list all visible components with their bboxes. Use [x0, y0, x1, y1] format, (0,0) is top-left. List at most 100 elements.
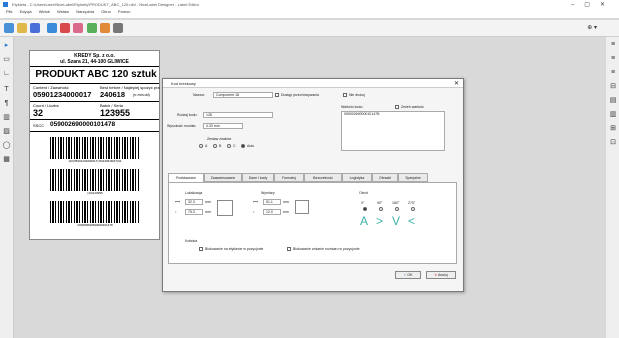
menu-insert[interactable]: Wstaw: [57, 9, 69, 14]
ok-button[interactable]: ✓ OK: [395, 271, 421, 279]
rotation-180-label: 180°: [392, 201, 400, 205]
menu-edit[interactable]: Edycja: [20, 9, 32, 14]
menu-view[interactable]: Widok: [39, 9, 50, 14]
module-size-label: Wysokość modułu:: [167, 124, 197, 128]
window-title: Etykieta - C:\Users\user\NiceLabel\Etyki…: [12, 2, 199, 7]
group-icon[interactable]: ⊞: [609, 125, 617, 133]
barcode-1-text: (02)05901234000017(15)240618(37)32: [68, 159, 122, 163]
width-field[interactable]: 51.1: [263, 199, 281, 205]
barcode-1[interactable]: [50, 137, 140, 159]
sscc-label: SSCC: [33, 123, 45, 128]
window-controls[interactable]: –▢✕: [571, 1, 615, 8]
variables-icon[interactable]: [87, 23, 97, 33]
rotation-270-label: 270°: [408, 201, 416, 205]
menu-tools[interactable]: Narzędzia: [76, 9, 94, 14]
rotation-270-radio[interactable]: [411, 207, 415, 211]
type-select[interactable]: 128: [203, 112, 273, 118]
tab-logistics[interactable]: Logistyka: [342, 173, 372, 182]
rotation-0-label: 0°: [361, 201, 365, 205]
line-tool-icon[interactable]: ∟: [2, 69, 11, 78]
functions-icon[interactable]: [100, 23, 110, 33]
tab-images[interactable]: Obrazki: [372, 173, 398, 182]
lock-size-checkbox[interactable]: [287, 247, 291, 251]
settings-icon[interactable]: [113, 23, 123, 33]
module-size-select[interactable]: 0.33 mm: [203, 123, 243, 129]
no-print-checkbox[interactable]: [343, 93, 347, 97]
image-tool-icon[interactable]: ▨: [2, 127, 11, 136]
ok-label: OK: [407, 273, 413, 277]
size-preview-icon: [295, 200, 309, 214]
rotation-90-radio[interactable]: [379, 207, 383, 211]
barcode-3[interactable]: [50, 201, 140, 223]
radio-a[interactable]: [199, 144, 203, 148]
tab-basic[interactable]: Podstawowe: [168, 173, 204, 182]
pointer-tool-icon[interactable]: ▸: [2, 41, 11, 50]
left-toolbox: ▸ ▭ ∟ T ¶ ▥ ▨ ◯ ▦: [0, 37, 14, 338]
use-as-data-checkbox[interactable]: [275, 93, 279, 97]
menu-window[interactable]: Okno: [101, 9, 111, 14]
rotation-0-radio[interactable]: [363, 207, 367, 211]
tab-security[interactable]: Bezczelność: [304, 173, 342, 182]
height-arrow-icon: ↕: [253, 210, 255, 214]
label-preview[interactable]: KREDY Sp. z o.o. ul. Szara 21, 44-100 GL…: [29, 50, 160, 240]
zoom-control[interactable]: ⊕ ▾: [587, 24, 597, 31]
text-tool-icon[interactable]: T: [2, 85, 11, 94]
menu-help[interactable]: Pomoc: [118, 9, 130, 14]
height-field[interactable]: 12.0: [263, 209, 281, 215]
pos-x-field[interactable]: 32.3: [185, 199, 203, 205]
name-field[interactable]: Component 18: [213, 92, 273, 98]
print-icon[interactable]: [47, 23, 57, 33]
open-icon[interactable]: [17, 23, 27, 33]
name-label: Nazwa:: [193, 93, 205, 97]
tab-special[interactable]: Specjalne: [398, 173, 428, 182]
barcode-3-text: (00)059002690000101478: [77, 223, 113, 227]
bring-front-icon[interactable]: ▤: [609, 97, 617, 105]
tab-advanced[interactable]: Zaawansowane: [204, 173, 242, 182]
new-icon[interactable]: [4, 23, 14, 33]
right-toolbox: ≡ ≡ ≡ ⊟ ▤ ▥ ⊞ ⊡: [605, 37, 619, 338]
address-line: ul. Szara 21, 44-100 GLIWICE: [60, 59, 129, 65]
rotation-90-icon: >: [376, 214, 384, 228]
barcode-2-text: (10)123955: [87, 191, 103, 195]
rotation-180-radio[interactable]: [395, 207, 399, 211]
type-label: Rodzaj kodu:: [177, 113, 198, 117]
y-arrow-icon: ↕: [175, 210, 177, 214]
barcode-tool-icon[interactable]: ▥: [2, 113, 11, 122]
sscc-value: 059002690000101478: [50, 121, 116, 128]
align-left-icon[interactable]: ≡: [609, 41, 617, 49]
align-center-icon[interactable]: ≡: [609, 55, 617, 63]
send-back-icon[interactable]: ▥: [609, 111, 617, 119]
menu-file[interactable]: Plik: [6, 9, 12, 14]
save-icon[interactable]: [30, 23, 40, 33]
distribute-icon[interactable]: ⊟: [609, 83, 617, 91]
rectangle-tool-icon[interactable]: ▭: [2, 55, 11, 64]
auto-checkbox[interactable]: [395, 105, 399, 109]
cancel-button[interactable]: ✕ Anuluj: [426, 271, 456, 279]
value-label: Wartość kodu:: [341, 105, 364, 109]
radio-auto[interactable]: [241, 144, 245, 148]
close-icon[interactable]: ✕: [454, 80, 459, 87]
cancel-label: Anuluj: [437, 273, 448, 277]
best-before-value: 240618: [100, 90, 126, 99]
database-icon[interactable]: [73, 23, 83, 33]
lock-position-checkbox[interactable]: [199, 247, 203, 251]
print-preview-icon[interactable]: [60, 23, 70, 33]
radio-c[interactable]: [227, 144, 231, 148]
content-value: 05901234000017: [33, 90, 92, 99]
anchor-label: Kotwica: [185, 239, 198, 243]
paragraph-tool-icon[interactable]: ¶: [2, 99, 11, 108]
radio-b[interactable]: [213, 144, 217, 148]
tab-format[interactable]: Formatuj: [274, 173, 304, 182]
barcode-2[interactable]: [50, 169, 140, 191]
tab-data[interactable]: Dane i kody: [242, 173, 274, 182]
product-name: PRODUKT ABC 120 sztuk: [35, 69, 157, 80]
align-right-icon[interactable]: ≡: [609, 69, 617, 77]
ungroup-icon[interactable]: ⊡: [609, 139, 617, 147]
menubar: Plik Edycja Widok Wstaw Narzędzia Okno P…: [0, 9, 619, 18]
pos-y-field[interactable]: 75.3: [185, 209, 203, 215]
table-tool-icon[interactable]: ▦: [2, 155, 11, 164]
value-textarea[interactable]: 05900269000010147B: [341, 111, 445, 151]
radio-c-label: C: [233, 144, 236, 148]
ellipse-tool-icon[interactable]: ◯: [2, 141, 11, 150]
radio-a-label: A: [205, 144, 208, 148]
